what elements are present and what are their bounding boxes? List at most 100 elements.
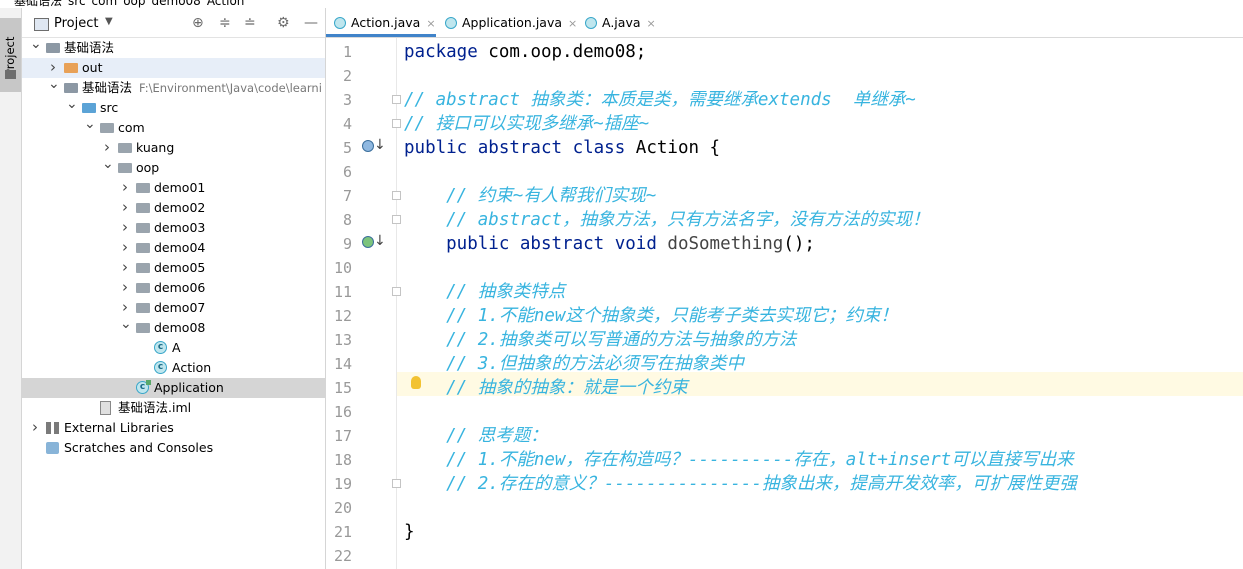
tree-row[interactable]: › demo02 [22,198,325,218]
tree-row[interactable]: › out [22,58,325,78]
editor-tab[interactable]: A.java × [577,8,667,37]
code-token: // 1.不能new这个抽象类，只能考子类去实现它；约束！ [404,306,898,326]
chevron-right-icon[interactable]: › [120,217,130,237]
tree-item-label: demo01 [154,178,205,198]
tree-row[interactable]: ⌄ 基础语法 [22,36,325,58]
expand-all-icon[interactable]: ≑ [219,15,231,31]
breadcrumb-item[interactable]: demo08 [152,0,201,8]
code-line[interactable]: // 抽象类特点 [404,280,565,304]
code-line[interactable]: // 2.抽象类可以写普通的方法与抽象的方法 [404,328,796,352]
code-line[interactable]: public abstract void doSomething(); [404,232,815,256]
tree-row[interactable]: › demo04 [22,238,325,258]
tree-row[interactable]: › demo01 [22,178,325,198]
close-icon[interactable]: × [647,17,656,30]
gear-icon[interactable]: ⚙ [277,15,290,31]
tree-row[interactable]: 基础语法.iml [22,398,325,418]
runnable-class-icon: c [136,380,151,394]
chevron-down-icon[interactable]: ⌄ [84,114,96,134]
project-panel-title[interactable]: Project [54,16,98,31]
tree-row[interactable]: Scratches and Consoles [22,438,325,458]
implemented-icon[interactable] [362,140,374,152]
minimize-icon[interactable]: — [304,15,318,31]
chevron-right-icon[interactable]: › [120,197,130,217]
tree-item-name: kuang [136,140,175,155]
tree-row[interactable]: c Application [22,378,325,398]
chevron-right-icon[interactable]: › [120,237,130,257]
code-line[interactable]: package com.oop.demo08; [404,40,646,64]
collapse-all-icon[interactable]: ≐ [244,15,256,31]
chevron-down-icon[interactable]: ⌄ [120,314,132,334]
fold-marker-icon[interactable] [392,95,401,104]
chevron-down-icon[interactable]: ⌄ [30,34,42,54]
breadcrumb-item[interactable]: oop [123,0,145,8]
tree-row[interactable]: ⌄ com [22,116,325,138]
close-icon[interactable]: × [568,17,577,30]
tree-row[interactable]: ⌄ src [22,96,325,118]
tree-row[interactable]: › demo07 [22,298,325,318]
chevron-down-icon[interactable]: ⌄ [102,154,114,174]
editor-tab[interactable]: Action.java × [326,8,436,37]
editor-tabs: Action.java × Application.java × A.java × [326,8,1243,38]
code-line[interactable]: public abstract class Action { [404,136,720,160]
fold-marker-icon[interactable] [392,479,401,488]
tree-row[interactable]: › demo06 [22,278,325,298]
code-line[interactable]: // 接口可以实现多继承~插座~ [404,112,649,136]
tree-row[interactable]: cA [22,338,325,358]
chevron-down-icon[interactable]: ▼ [105,16,113,27]
code-token: public abstract void [404,234,668,254]
code-token: // 思考题： [404,426,548,446]
project-panel: Project ▼ ⊕ ≑ ≐ ⚙ — ⌄ 基础语法 › out ⌄ 基础语法 F:\Env… [22,8,326,569]
breadcrumb-item[interactable]: com [92,0,118,8]
project-tool-tab[interactable]: Project [0,18,21,92]
lightbulb-icon[interactable] [411,376,421,389]
tree-item-name: demo08 [154,320,206,335]
code-editor[interactable]: 1 2 3 4 5 6 7 8 9 10 11 12 13 14 15 16 17 18 19 20 21 22 ↓ ↓ pa… [326,38,1243,569]
tree-row[interactable]: › External Libraries [22,418,325,438]
tree-row[interactable]: ⌄ demo08 [22,316,325,338]
tree-item-name: Application [154,380,224,395]
code-line[interactable]: // abstract 抽象类：本质是类，需要继承extends 单继承~ [404,88,916,112]
chevron-down-icon[interactable]: ⌄ [66,94,78,114]
breadcrumb-item[interactable]: 基础语法 [14,0,62,8]
tree-row[interactable]: › kuang [22,138,325,158]
tree-item-name: com [118,120,145,135]
fold-marker-icon[interactable] [392,215,401,224]
breadcrumb-item[interactable]: Action [207,0,245,8]
chevron-right-icon[interactable]: › [120,257,130,277]
editor-tab[interactable]: Application.java × [437,8,577,37]
line-number: 1 [342,43,352,61]
code-line[interactable]: // 1.不能new，存在构造吗？----------存在，alt+insert… [404,448,1074,472]
code-line[interactable]: // 3.但抽象的方法必须写在抽象类中 [404,352,744,376]
code-line[interactable]: // 思考题： [404,424,548,448]
line-number: 15 [333,379,352,397]
fold-marker-icon[interactable] [392,287,401,296]
chevron-down-icon[interactable]: ⌄ [48,74,60,94]
fold-marker-icon[interactable] [392,119,401,128]
code-token: // 约束~有人帮我们实现~ [404,186,657,206]
folder-icon [136,323,150,333]
chevron-right-icon[interactable]: › [120,277,130,297]
tree-row[interactable]: ⌄ oop [22,156,325,178]
chevron-right-icon[interactable]: › [30,417,40,437]
code-line[interactable]: // 2.存在的意义？---------------抽象出来，提高开发效率，可扩… [404,472,1077,496]
close-icon[interactable]: × [426,17,435,30]
class-icon: c [154,341,167,354]
code-line[interactable]: // 1.不能new这个抽象类，只能考子类去实现它；约束！ [404,304,898,328]
tree-row[interactable]: › demo03 [22,218,325,238]
tree-item-label: Action [172,358,211,378]
code-line[interactable]: // 抽象的抽象：就是一个约束 [404,376,688,400]
implementations-icon[interactable] [362,236,374,248]
editor-gutter: 1 2 3 4 5 6 7 8 9 10 11 12 13 14 15 16 17 18 19 20 21 22 ↓ ↓ [326,38,401,569]
code-line[interactable]: // abstract，抽象方法，只有方法名字，没有方法的实现！ [404,208,929,232]
tree-row[interactable]: › demo05 [22,258,325,278]
tree-row[interactable]: c Action [22,358,325,378]
code-token: Action { [635,138,721,158]
fold-marker-icon[interactable] [392,191,401,200]
line-number: 19 [333,475,352,493]
breadcrumb-item[interactable]: src [68,0,86,8]
code-line[interactable]: // 约束~有人帮我们实现~ [404,184,656,208]
locate-icon[interactable]: ⊕ [192,15,204,31]
code-line[interactable]: } [404,520,415,544]
line-number: 10 [333,259,352,277]
chevron-right-icon[interactable]: › [120,177,130,197]
